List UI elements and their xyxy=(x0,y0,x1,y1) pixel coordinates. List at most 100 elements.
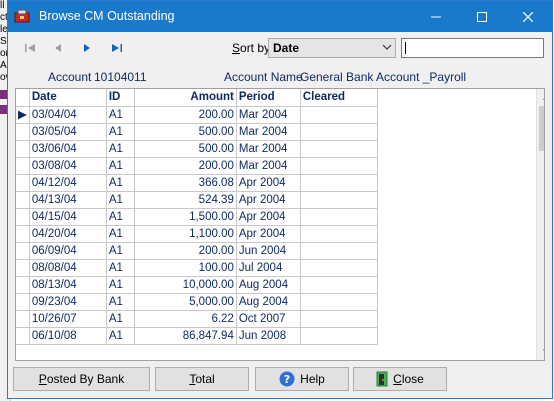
title-bar[interactable]: Browse CM Outstanding xyxy=(8,1,552,32)
cell-date[interactable]: 04/13/04 xyxy=(28,190,107,209)
cell-period[interactable]: Mar 2004 xyxy=(235,156,301,175)
scroll-down-arrow[interactable]: ▼ xyxy=(537,343,544,360)
last-record-button[interactable] xyxy=(106,39,128,57)
cell-date[interactable]: 03/05/04 xyxy=(28,122,107,141)
table-row[interactable]: 09/23/04 A1 5,000.00 Aug 2004 xyxy=(16,292,378,311)
cell-amount[interactable]: 500.00 xyxy=(133,122,237,141)
cell-amount[interactable]: 10,000.00 xyxy=(133,275,237,294)
cell-date[interactable]: 08/13/04 xyxy=(28,275,107,294)
cell-id[interactable]: A1 xyxy=(105,241,135,260)
table-row[interactable]: 08/13/04 A1 10,000.00 Aug 2004 xyxy=(16,275,378,294)
cell-amount[interactable]: 200.00 xyxy=(133,105,237,124)
sort-by-select[interactable]: Date xyxy=(268,38,396,58)
cell-id[interactable]: A1 xyxy=(105,275,135,294)
cell-cleared[interactable] xyxy=(299,309,378,328)
cell-date[interactable]: 09/23/04 xyxy=(28,292,107,311)
cell-id[interactable]: A1 xyxy=(105,139,135,158)
cell-amount[interactable]: 86,847.94 xyxy=(133,326,237,345)
cell-period[interactable]: Mar 2004 xyxy=(235,105,301,124)
maximize-button[interactable] xyxy=(459,1,505,32)
table-row[interactable]: 06/10/08 A1 86,847.94 Jun 2008 xyxy=(16,326,378,345)
cell-amount[interactable]: 1,500.00 xyxy=(133,207,237,226)
cell-date[interactable]: 06/10/08 xyxy=(28,326,107,345)
cell-date[interactable]: 06/09/04 xyxy=(28,241,107,260)
cell-period[interactable]: Apr 2004 xyxy=(235,190,301,209)
cell-date[interactable]: 04/20/04 xyxy=(28,224,107,243)
cell-date[interactable]: 10/26/07 xyxy=(28,309,107,328)
cell-id[interactable]: A1 xyxy=(105,173,135,192)
cell-period[interactable]: Aug 2004 xyxy=(235,292,301,311)
cell-amount[interactable]: 366.08 xyxy=(133,173,237,192)
column-header-amount[interactable]: Amount xyxy=(133,89,237,107)
cell-period[interactable]: Jul 2004 xyxy=(235,258,301,277)
table-row[interactable]: 04/20/04 A1 1,100.00 Apr 2004 xyxy=(16,224,378,243)
table-row[interactable]: 03/05/04 A1 500.00 Mar 2004 xyxy=(16,122,378,141)
table-row[interactable]: 04/12/04 A1 366.08 Apr 2004 xyxy=(16,173,378,192)
table-row[interactable]: 03/08/04 A1 200.00 Mar 2004 xyxy=(16,156,378,175)
scroll-up-arrow[interactable]: ▲ xyxy=(537,89,544,106)
cell-amount[interactable]: 524.39 xyxy=(133,190,237,209)
close-window-button[interactable] xyxy=(505,1,551,32)
column-header-cleared[interactable]: Cleared xyxy=(299,89,378,107)
cell-date[interactable]: 03/08/04 xyxy=(28,156,107,175)
cell-cleared[interactable] xyxy=(299,139,378,158)
posted-by-bank-button[interactable]: Posted By Bank xyxy=(13,367,150,391)
cell-period[interactable]: Apr 2004 xyxy=(235,224,301,243)
table-row[interactable]: 06/09/04 A1 200.00 Jun 2004 xyxy=(16,241,378,260)
total-button[interactable]: Total xyxy=(155,367,249,391)
cell-amount[interactable]: 5,000.00 xyxy=(133,292,237,311)
cell-id[interactable]: A1 xyxy=(105,292,135,311)
cell-amount[interactable]: 6.22 xyxy=(133,309,237,328)
cell-period[interactable]: Aug 2004 xyxy=(235,275,301,294)
cell-date[interactable]: 03/04/04 xyxy=(28,105,107,124)
table-row[interactable]: 04/15/04 A1 1,500.00 Apr 2004 xyxy=(16,207,378,226)
table-row[interactable]: 10/26/07 A1 6.22 Oct 2007 xyxy=(16,309,378,328)
cell-period[interactable]: Mar 2004 xyxy=(235,122,301,141)
cell-id[interactable]: A1 xyxy=(105,156,135,175)
table-row[interactable]: ▶ 03/04/04 A1 200.00 Mar 2004 xyxy=(16,105,378,124)
cell-period[interactable]: Oct 2007 xyxy=(235,309,301,328)
outstanding-grid[interactable]: Date ID Amount Period Cleared ▶ 03/04/04 A… xyxy=(15,88,545,361)
first-record-button[interactable] xyxy=(19,39,41,57)
column-header-period[interactable]: Period xyxy=(235,89,301,107)
cell-id[interactable]: A1 xyxy=(105,190,135,209)
vertical-scrollbar[interactable]: ▲ ▼ xyxy=(536,89,544,360)
close-button[interactable]: Close xyxy=(353,367,447,391)
cell-cleared[interactable] xyxy=(299,275,378,294)
cell-date[interactable]: 08/08/04 xyxy=(28,258,107,277)
search-input[interactable] xyxy=(401,38,544,58)
cell-date[interactable]: 04/12/04 xyxy=(28,173,107,192)
cell-amount[interactable]: 100.00 xyxy=(133,258,237,277)
cell-cleared[interactable] xyxy=(299,173,378,192)
column-header-date[interactable]: Date xyxy=(28,89,107,107)
cell-period[interactable]: Jun 2008 xyxy=(235,326,301,345)
cell-cleared[interactable] xyxy=(299,122,378,141)
cell-id[interactable]: A1 xyxy=(105,122,135,141)
cell-cleared[interactable] xyxy=(299,326,378,345)
cell-amount[interactable]: 200.00 xyxy=(133,241,237,260)
cell-period[interactable]: Mar 2004 xyxy=(235,139,301,158)
next-record-button[interactable] xyxy=(76,39,98,57)
cell-date[interactable]: 03/06/04 xyxy=(28,139,107,158)
table-row[interactable]: 08/08/04 A1 100.00 Jul 2004 xyxy=(16,258,378,277)
previous-record-button[interactable] xyxy=(47,39,69,57)
cell-cleared[interactable] xyxy=(299,190,378,209)
cell-cleared[interactable] xyxy=(299,258,378,277)
cell-period[interactable]: Jun 2004 xyxy=(235,241,301,260)
cell-amount[interactable]: 1,100.00 xyxy=(133,224,237,243)
minimize-button[interactable] xyxy=(413,1,459,32)
cell-cleared[interactable] xyxy=(299,241,378,260)
cell-id[interactable]: A1 xyxy=(105,309,135,328)
help-button[interactable]: ? Help xyxy=(255,367,349,391)
cell-period[interactable]: Apr 2004 xyxy=(235,173,301,192)
cell-cleared[interactable] xyxy=(299,292,378,311)
cell-period[interactable]: Apr 2004 xyxy=(235,207,301,226)
cell-amount[interactable]: 200.00 xyxy=(133,156,237,175)
table-row[interactable]: 03/06/04 A1 500.00 Mar 2004 xyxy=(16,139,378,158)
cell-id[interactable]: A1 xyxy=(105,105,135,124)
table-row[interactable]: 04/13/04 A1 524.39 Apr 2004 xyxy=(16,190,378,209)
cell-cleared[interactable] xyxy=(299,105,378,124)
cell-id[interactable]: A1 xyxy=(105,258,135,277)
cell-cleared[interactable] xyxy=(299,224,378,243)
cell-amount[interactable]: 500.00 xyxy=(133,139,237,158)
